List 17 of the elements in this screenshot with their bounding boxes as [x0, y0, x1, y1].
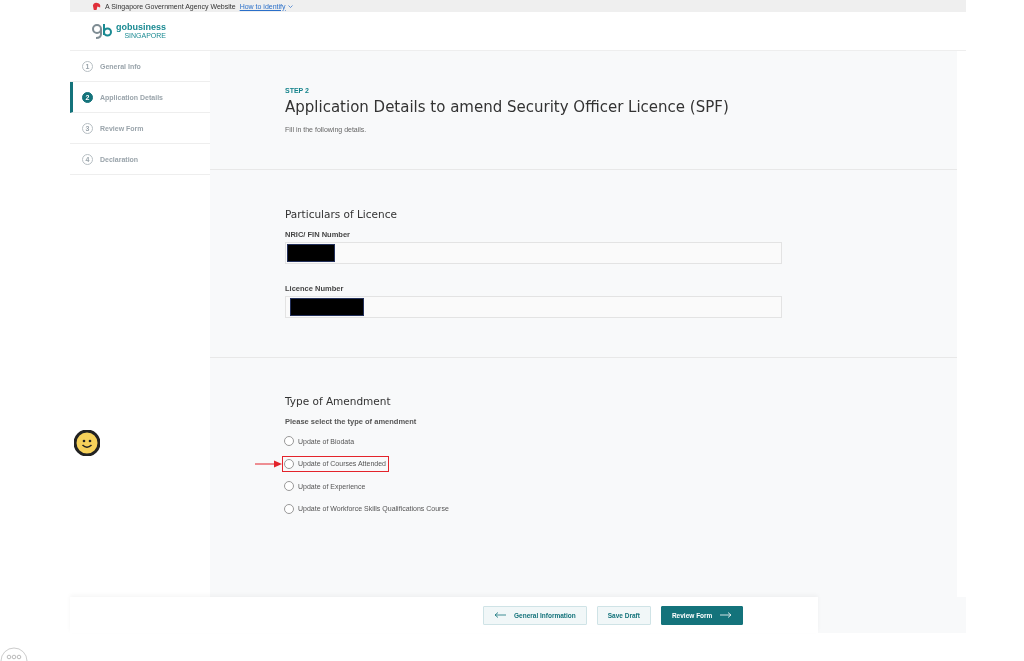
page-title: Application Details to amend Security Officer Licence (SPF): [285, 98, 730, 116]
right-arrow-icon: [720, 612, 733, 618]
logo-wordmark: gobusiness: [116, 23, 166, 32]
radio-button[interactable]: [284, 436, 294, 447]
input-field[interactable]: [285, 296, 782, 318]
section-heading: Type of Amendment: [285, 395, 392, 407]
logo-icon: [92, 23, 112, 39]
radio-button[interactable]: [284, 503, 294, 514]
radio-button[interactable]: [284, 481, 294, 492]
lion-head-icon: [92, 1, 101, 11]
radio-button[interactable]: [284, 458, 294, 469]
section-heading: Particulars of Licence: [285, 208, 398, 220]
chat-icon[interactable]: [0, 647, 28, 661]
chevron-down-icon: [287, 4, 293, 8]
annotation-arrow: [255, 459, 282, 468]
input-field[interactable]: [285, 242, 782, 264]
left-arrow-icon: [494, 612, 506, 618]
